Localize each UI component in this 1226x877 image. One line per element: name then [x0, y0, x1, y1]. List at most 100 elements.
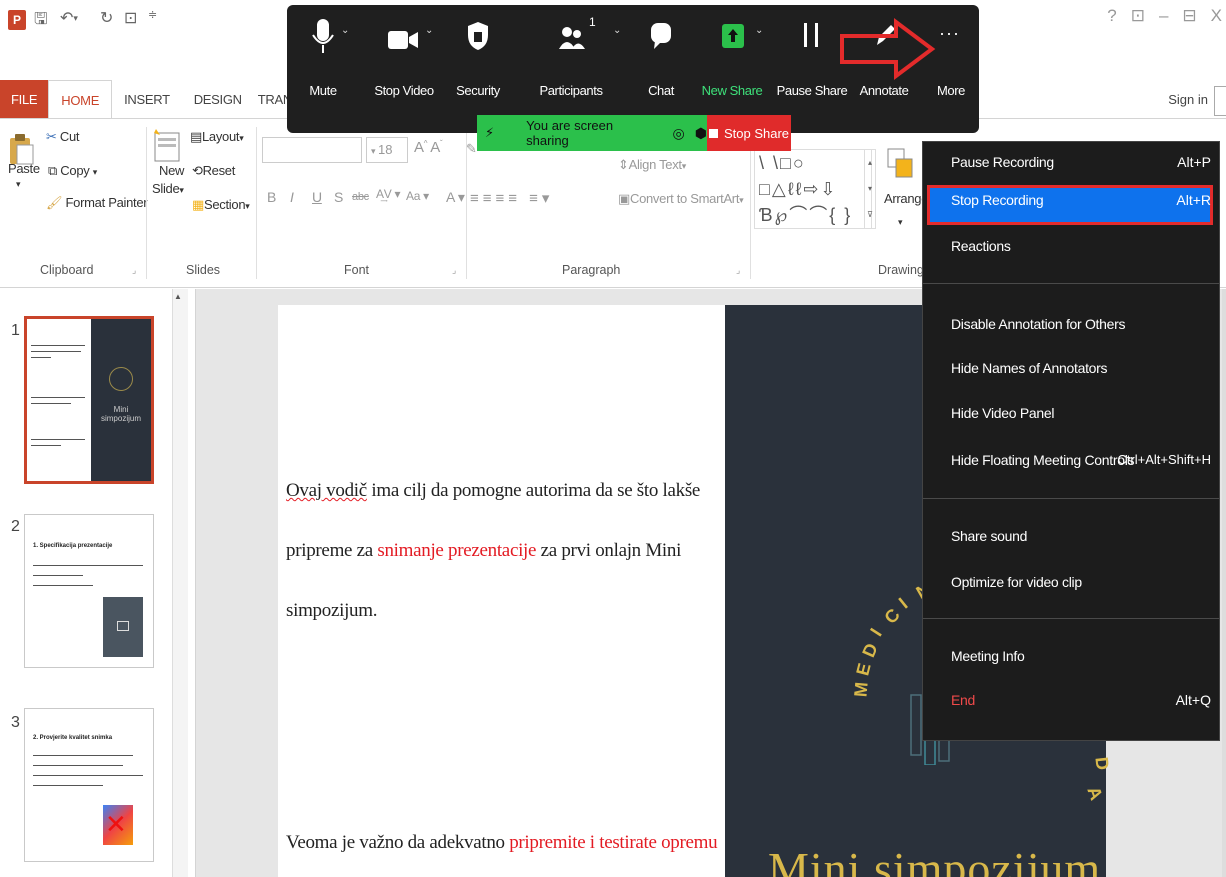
slide-number: 3 — [11, 714, 20, 731]
redo-icon[interactable]: ↻ — [100, 8, 113, 28]
scissors-icon: ✂ — [46, 129, 57, 144]
slide-thumbnail-3[interactable]: 2. Provjerite kvalitet snimka ✕ — [24, 708, 154, 862]
bold-button[interactable]: B — [267, 189, 276, 205]
tab-home[interactable]: HOME — [48, 80, 113, 120]
para1-line2-text: pripreme za — [286, 540, 378, 561]
slide-paragraph-1-line-2[interactable]: pripreme za snimanje prezentacije za prv… — [286, 540, 681, 562]
editor-scrollbar[interactable] — [1222, 289, 1226, 877]
italic-button[interactable]: I — [290, 189, 294, 205]
paragraph-launcher-icon[interactable]: ⌟ — [736, 265, 740, 276]
layout-button[interactable]: ▤Layout▾ — [190, 129, 244, 145]
minimize-icon[interactable]: – — [1159, 6, 1168, 26]
undo-icon[interactable]: ↶ ▾ — [60, 8, 78, 28]
change-case-label: Aa — [406, 189, 421, 203]
change-case-button[interactable]: Aa ▾ — [406, 189, 429, 203]
char-spacing-icon[interactable]: A͢V ▾ — [376, 187, 400, 201]
align-buttons-icon[interactable]: ≡≡≡≡ ≡▾ — [470, 189, 553, 207]
paste-button[interactable]: Paste — [8, 161, 40, 176]
slide-thumbnail-2[interactable]: 1. Specifikacija prezentacije — [24, 514, 154, 668]
format-painter-button[interactable]: 🖌 Format Painter — [46, 195, 148, 211]
menu-item-share-sound[interactable]: Share sound — [951, 528, 1027, 544]
thumb-text-line — [31, 397, 85, 398]
lightning-icon: ⚡ — [485, 125, 495, 140]
menu-item-hide-floating-controls[interactable]: Hide Floating Meeting Controls — [951, 452, 1135, 468]
clear-format-icon[interactable]: ✎ — [466, 141, 477, 157]
font-grow-icon[interactable]: A^ Aˇ — [414, 139, 443, 156]
slide-paragraph-1-line-1[interactable]: Ovaj vodič ima cilj da pomogne autorima … — [286, 480, 700, 502]
new-slide-button[interactable]: Slide▾ — [152, 181, 184, 196]
restore-icon[interactable]: ⊟ — [1182, 6, 1196, 26]
section-label: Section — [203, 197, 246, 212]
start-from-beginning-icon[interactable]: ⊡ — [124, 8, 137, 28]
shapes-scroll[interactable]: ▴ ▾ ⊽ — [864, 149, 876, 229]
cut-label: Cut — [59, 129, 80, 144]
menu-item-end[interactable]: End — [951, 692, 975, 708]
arrange-dropdown-icon[interactable]: ▾ — [898, 217, 903, 228]
tab-insert[interactable]: INSERT — [112, 80, 182, 118]
new-slide-icon[interactable] — [152, 127, 182, 163]
thumbnails-scrollbar[interactable] — [172, 289, 188, 877]
menu-item-disable-annotation[interactable]: Disable Annotation for Others — [951, 316, 1125, 332]
sign-in-link[interactable]: Sign in — [1168, 92, 1208, 107]
thumb3-heading: 2. Provjerite kvalitet snimka — [33, 735, 113, 741]
signal-icon: ◎ — [672, 124, 685, 141]
chevron-down-icon[interactable]: ⌄ — [755, 25, 763, 36]
help-icon[interactable]: ? — [1107, 6, 1116, 26]
reset-button[interactable]: ⟲Reset — [192, 163, 235, 179]
align-text-button[interactable]: ⇕Align Text▾ — [618, 157, 686, 173]
slide-number: 1 — [11, 322, 20, 339]
font-name-combobox[interactable] — [262, 137, 362, 163]
cut-button[interactable]: ✂ Cut — [46, 129, 80, 145]
copy-label: Copy — [60, 163, 90, 178]
thumb-text-line — [31, 439, 85, 440]
shadow-button[interactable]: S — [334, 189, 343, 205]
font-size-combobox[interactable]: ▾ 18 — [366, 137, 408, 163]
powerpoint-logo-icon: P — [8, 10, 26, 30]
convert-smartart-button[interactable]: ▣Convert to SmartArt▾ — [618, 191, 744, 207]
thumb-text-line — [31, 445, 61, 446]
menu-item-hide-video-panel[interactable]: Hide Video Panel — [951, 405, 1054, 421]
menu-item-optimize-video[interactable]: Optimize for video clip — [951, 574, 1082, 590]
slide-thumbnail-1[interactable]: Mini simpozijum — [24, 316, 154, 484]
stop-share-button[interactable]: Stop Share — [707, 115, 791, 151]
chevron-down-icon[interactable]: ⌄ — [613, 25, 621, 36]
thumb-text-line — [31, 351, 81, 352]
chat-label: Chat — [648, 83, 674, 98]
ribbon-display-icon[interactable]: ⊡ — [1131, 6, 1145, 26]
para2-highlight: pripremite i testirate opremu — [509, 832, 718, 853]
tab-design[interactable]: DESIGN — [182, 80, 254, 118]
new-slide-label-1[interactable]: New — [159, 163, 184, 178]
smartart-icon: ▣ — [618, 191, 630, 206]
strikethrough-button[interactable]: abc — [352, 191, 369, 203]
menu-item-hide-names-annotators[interactable]: Hide Names of Annotators — [951, 360, 1108, 376]
menu-item-reactions[interactable]: Reactions — [951, 238, 1011, 254]
menu-item-pause-recording[interactable]: Pause Recording — [951, 154, 1054, 170]
save-icon[interactable]: 🖫 — [34, 8, 48, 35]
scroll-up-arrow-icon[interactable]: ▲ — [174, 292, 182, 301]
video-camera-icon — [388, 31, 418, 49]
chevron-down-icon[interactable]: ⌄ — [425, 25, 433, 36]
paste-dropdown-icon[interactable]: ▾ — [16, 179, 21, 190]
mute-label: Mute — [309, 83, 337, 98]
menu-item-stop-recording[interactable]: Stop Recording — [951, 192, 1044, 208]
slide-main-title: Mini simpozijum — [768, 843, 1102, 877]
thumb2-heading: 1. Specifikacija prezentacije — [33, 543, 113, 549]
thumb-text-line — [33, 585, 93, 586]
menu-item-meeting-info[interactable]: Meeting Info — [951, 648, 1025, 664]
arrange-icon[interactable] — [886, 147, 916, 181]
font-color-button[interactable]: A ▾ — [446, 189, 465, 206]
chevron-down-icon[interactable]: ⌄ — [341, 25, 349, 36]
tab-file[interactable]: FILE — [0, 80, 49, 118]
customize-toolbar-icon[interactable]: ≑ — [148, 8, 157, 21]
font-launcher-icon[interactable]: ⌟ — [452, 265, 456, 276]
close-icon[interactable]: X — [1211, 6, 1222, 26]
shapes-gallery[interactable]: \ \□○ □△ℓℓ⇨⇩ Ɓ℘⌒⌒{ } — [754, 149, 872, 229]
section-button[interactable]: ▦Section▾ — [192, 197, 250, 213]
copy-button[interactable]: ⧉ Copy ▾ — [48, 163, 97, 179]
slide-paragraph-1-line-3[interactable]: simpozijum. — [286, 600, 377, 622]
stop-video-label: Stop Video — [374, 83, 434, 98]
clipboard-launcher-icon[interactable]: ⌟ — [132, 265, 136, 276]
thumb-text-line — [31, 345, 85, 346]
underline-button[interactable]: U — [312, 189, 322, 205]
slide-paragraph-2[interactable]: Veoma je važno da adekvatno pripremite i… — [286, 832, 718, 854]
